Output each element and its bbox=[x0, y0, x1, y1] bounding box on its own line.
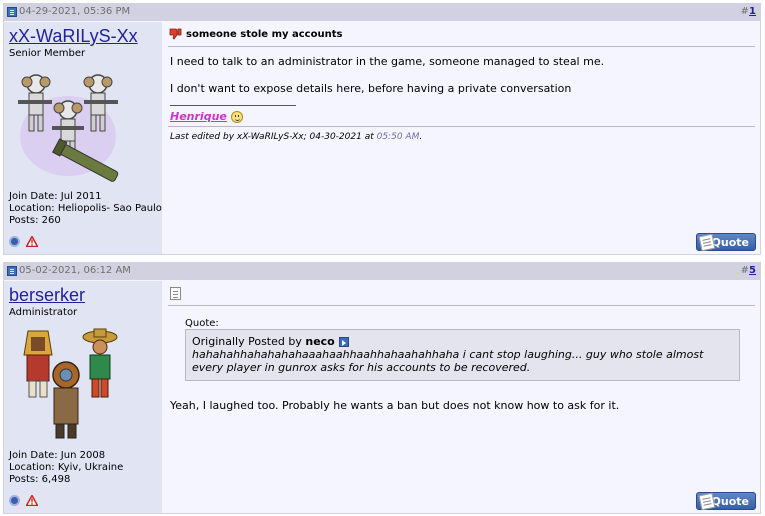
quote-button-label: Quote bbox=[711, 235, 749, 249]
quote-box: Originally Posted by neco hahahahhahahah… bbox=[185, 329, 740, 381]
quote-author: neco bbox=[305, 335, 335, 348]
post-number-link[interactable]: 1 bbox=[749, 6, 756, 17]
quote-text: hahahahhahahahahaaahaahhaahhahaahahhaha … bbox=[192, 348, 704, 374]
online-status-icon bbox=[9, 236, 20, 247]
post-icon bbox=[7, 6, 17, 17]
location: Location: Heliopolis- Sao Paulo bbox=[9, 203, 162, 214]
online-status-icon bbox=[9, 495, 20, 506]
user-info-panel: berserker Administrator Join Date: Jun 2… bbox=[4, 281, 162, 513]
post-date: 05-02-2021, 06:12 AM bbox=[19, 265, 131, 276]
post-body: Quote: Originally Posted by neco hahahah… bbox=[163, 281, 760, 513]
post-text-line: I need to talk to an administrator in th… bbox=[170, 55, 605, 68]
quote-button[interactable]: Quote bbox=[696, 233, 756, 252]
user-title: Senior Member bbox=[9, 48, 86, 59]
smile-icon bbox=[230, 110, 243, 123]
post-header: 04-29-2021, 05:36 PM #1 bbox=[4, 4, 760, 21]
username-link[interactable]: berserker bbox=[9, 285, 85, 306]
signature-divider bbox=[170, 105, 296, 106]
report-post-icon[interactable] bbox=[26, 236, 38, 247]
join-date: Join Date: Jun 2008 bbox=[9, 450, 106, 461]
quote-label: Quote: bbox=[185, 318, 219, 329]
last-edited-note: Last edited by xX-WaRILyS-Xx; 04-30-2021… bbox=[170, 132, 423, 142]
post-header: 05-02-2021, 06:12 AM #5 bbox=[4, 263, 760, 280]
quote-button[interactable]: Quote bbox=[696, 492, 756, 511]
edited-time: 05:50 AM bbox=[376, 132, 420, 142]
post-5: 05-02-2021, 06:12 AM #5 berserker Admini… bbox=[3, 262, 761, 514]
username-link[interactable]: xX-WaRILyS-Xx bbox=[9, 26, 138, 47]
post-icon bbox=[7, 265, 17, 276]
avatar bbox=[18, 74, 119, 182]
quote-by-prefix: Originally Posted by bbox=[192, 335, 306, 348]
view-post-icon[interactable] bbox=[338, 337, 349, 347]
title-divider bbox=[168, 46, 755, 47]
title-divider bbox=[168, 305, 755, 306]
signature-link[interactable]: Henrique bbox=[170, 110, 227, 123]
quote-button-label: Quote bbox=[711, 494, 749, 508]
quote-icon bbox=[698, 233, 716, 252]
post-number-prefix: # bbox=[740, 6, 750, 17]
join-date: Join Date: Jul 2011 bbox=[9, 191, 102, 202]
report-post-icon[interactable] bbox=[26, 495, 38, 506]
post-count: Posts: 6,498 bbox=[9, 474, 71, 485]
avatar bbox=[23, 328, 118, 439]
post-body: someone stole my accounts I need to talk… bbox=[163, 22, 760, 254]
location: Location: Kyiv, Ukraine bbox=[9, 462, 124, 473]
post-text-line: Yeah, I laughed too. Probably he wants a… bbox=[170, 399, 620, 412]
thumbs-down-icon bbox=[169, 28, 182, 40]
quote-icon bbox=[698, 492, 716, 511]
post-date: 04-29-2021, 05:36 PM bbox=[19, 6, 131, 17]
document-icon bbox=[170, 287, 181, 300]
user-info-panel: xX-WaRILyS-Xx Senior Member Join Date: J… bbox=[4, 22, 162, 254]
post-number-link[interactable]: 5 bbox=[749, 265, 756, 276]
post-text-line: I don't want to expose details here, bef… bbox=[170, 82, 572, 95]
post-number-prefix: # bbox=[740, 265, 750, 276]
post-title: someone stole my accounts bbox=[186, 28, 343, 40]
edited-divider bbox=[168, 126, 755, 127]
post-count: Posts: 260 bbox=[9, 215, 61, 226]
post-1: 04-29-2021, 05:36 PM #1 xX-WaRILyS-Xx Se… bbox=[3, 3, 761, 255]
user-title: Administrator bbox=[9, 307, 78, 318]
